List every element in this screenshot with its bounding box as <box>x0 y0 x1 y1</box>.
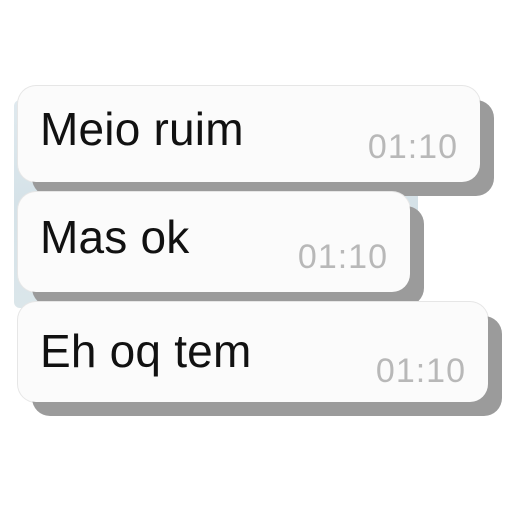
message-text: Meio ruim <box>40 103 244 155</box>
chat-screenshot: Meio ruim 01:10 Mas ok 01:10 Eh oq tem 0… <box>0 0 512 512</box>
wallpaper-pattern <box>134 188 174 190</box>
message-text: Eh oq tem <box>40 325 252 377</box>
message-text: Mas ok <box>40 211 190 263</box>
wallpaper-pattern <box>224 184 246 186</box>
message-bubble[interactable]: Mas ok 01:10 <box>18 192 410 292</box>
message-timestamp: 01:10 <box>297 238 388 276</box>
wallpaper-pattern <box>164 294 194 296</box>
message-timestamp: 01:10 <box>375 352 466 390</box>
message-timestamp: 01:10 <box>367 128 458 166</box>
wallpaper-pattern <box>54 292 90 294</box>
wallpaper-pattern <box>44 186 72 188</box>
message-bubble[interactable]: Meio ruim 01:10 <box>18 86 480 182</box>
message-bubble[interactable]: Eh oq tem 01:10 <box>18 302 488 402</box>
